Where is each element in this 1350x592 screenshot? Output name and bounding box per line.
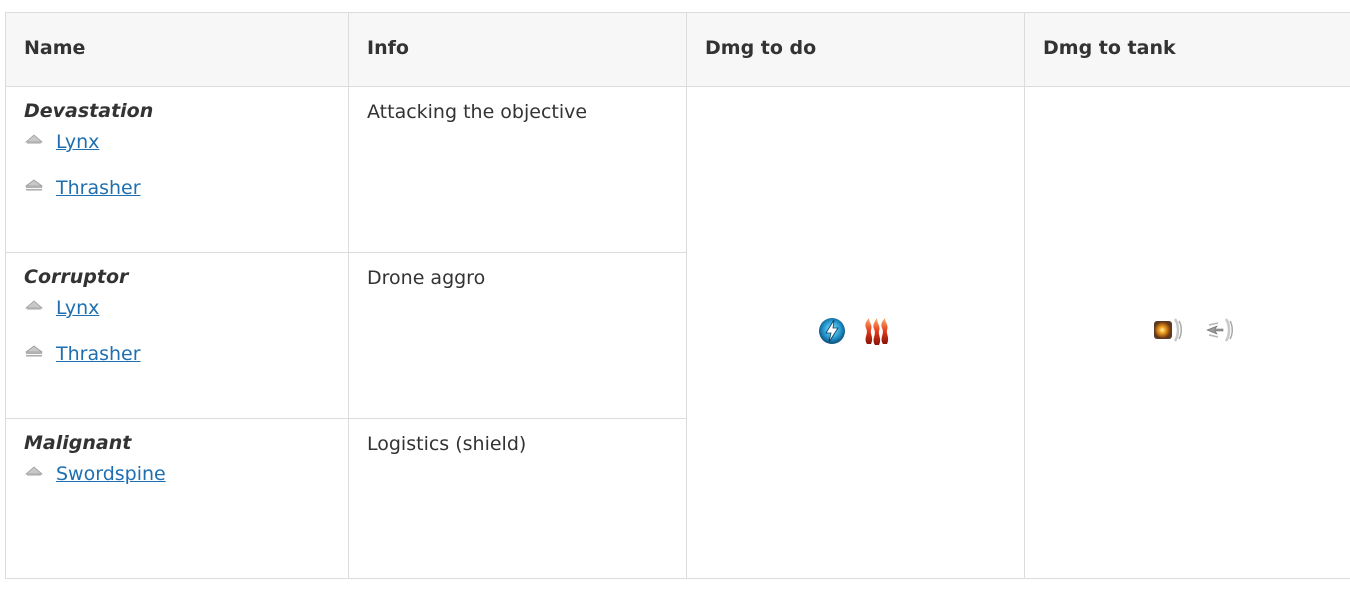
destroyer-icon xyxy=(24,179,44,191)
group-title: Malignant xyxy=(24,432,132,454)
dmg-to-do-icons xyxy=(817,314,895,348)
dmg-to-tank-cell xyxy=(1024,86,1350,579)
page: Name Info Dmg to do Dmg to tank Devastat… xyxy=(0,0,1350,592)
thermal-damage-icon xyxy=(864,318,888,345)
ship-entry: Lynx xyxy=(24,131,348,153)
table-row: Devastation Lynx Thrasher Attacking the … xyxy=(5,86,1350,579)
ship-link[interactable]: Thrasher xyxy=(56,177,141,199)
info-cell: Drone aggro xyxy=(348,252,687,419)
frigate-icon xyxy=(24,466,44,476)
name-cell: Malignant Swordspine xyxy=(5,418,349,579)
ship-link[interactable]: Swordspine xyxy=(56,463,166,485)
frigate-icon xyxy=(24,300,44,310)
ship-link[interactable]: Thrasher xyxy=(56,343,141,365)
name-cell: Devastation Lynx Thrasher xyxy=(5,86,349,253)
info-cell: Logistics (shield) xyxy=(348,418,687,579)
group-title: Corruptor xyxy=(24,266,129,288)
ship-entry: Thrasher xyxy=(24,343,348,365)
em-damage-icon xyxy=(818,318,845,344)
group-title: Devastation xyxy=(24,100,154,122)
ship-link[interactable]: Lynx xyxy=(56,297,99,319)
ship-entry: Swordspine xyxy=(24,463,348,485)
destroyer-icon xyxy=(24,345,44,357)
info-cell: Attacking the objective xyxy=(348,86,687,253)
header-name: Name xyxy=(5,12,349,87)
dmg-to-do-cell xyxy=(686,86,1025,579)
kinetic-resist-icon xyxy=(1205,318,1233,342)
dmg-to-tank-icons xyxy=(1151,315,1237,345)
header-dmg-to-do: Dmg to do xyxy=(686,12,1025,87)
table-header-row: Name Info Dmg to do Dmg to tank xyxy=(5,12,1350,87)
header-dmg-to-tank: Dmg to tank xyxy=(1024,12,1350,87)
frigate-icon xyxy=(24,134,44,144)
ship-link[interactable]: Lynx xyxy=(56,131,99,153)
explosive-resist-icon xyxy=(1153,318,1182,342)
name-cell: Corruptor Lynx Thrasher xyxy=(5,252,349,419)
ship-entry: Thrasher xyxy=(24,177,348,199)
ship-entry: Lynx xyxy=(24,297,348,319)
enemy-table: Name Info Dmg to do Dmg to tank Devastat… xyxy=(5,12,1350,579)
header-info: Info xyxy=(348,12,687,87)
